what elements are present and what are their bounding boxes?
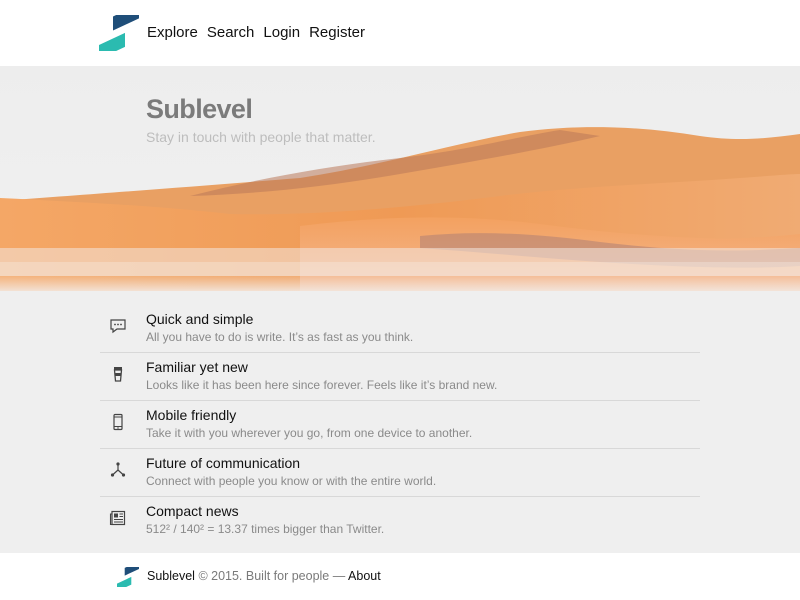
feature-item: Future of communication Connect with peo…	[100, 449, 700, 497]
nav-search[interactable]: Search	[207, 24, 255, 42]
feature-title: Quick and simple	[146, 311, 254, 327]
footer-about-link[interactable]: About	[348, 569, 381, 583]
feature-description: All you have to do is write. It’s as fas…	[146, 330, 414, 344]
feature-description: Take it with you wherever you go, from o…	[146, 426, 473, 440]
features-section: Quick and simple All you have to do is w…	[0, 291, 800, 553]
feature-title: Familiar yet new	[146, 359, 248, 375]
share-icon	[110, 462, 126, 477]
feature-item: Familiar yet new Looks like it has been …	[100, 353, 700, 401]
hero-title: Sublevel	[146, 94, 253, 124]
footer: Sublevel © 2015. Built for people — Abou…	[0, 553, 800, 600]
feature-item: Quick and simple All you have to do is w…	[100, 305, 700, 353]
desert-dunes-image	[0, 66, 800, 291]
feature-list: Quick and simple All you have to do is w…	[100, 305, 700, 545]
feature-item: Compact news 512² / 140² = 13.37 times b…	[100, 497, 700, 545]
footer-logo	[117, 567, 139, 587]
feature-description: 512² / 140² = 13.37 times bigger than Tw…	[146, 522, 385, 536]
footer-copyright: © 2015. Built for people —	[198, 569, 346, 583]
feature-title: Future of communication	[146, 455, 301, 471]
feature-title: Compact news	[146, 503, 239, 519]
sublevel-logo[interactable]	[99, 15, 139, 51]
nav-login[interactable]: Login	[263, 24, 300, 42]
feature-description: Looks like it has been here since foreve…	[146, 378, 498, 392]
hero-subtitle: Stay in touch with people that matter.	[146, 129, 376, 145]
nav-explore[interactable]: Explore	[147, 24, 198, 42]
chat-icon	[110, 319, 126, 334]
feature-title: Mobile friendly	[146, 407, 237, 423]
hero-banner: Sublevel Stay in touch with people that …	[0, 66, 800, 291]
cup-icon	[113, 367, 123, 382]
footer-brand: Sublevel	[147, 569, 195, 583]
footer-text: Sublevel © 2015. Built for people — Abou…	[147, 569, 381, 583]
phone-icon	[113, 413, 123, 431]
nav-register[interactable]: Register	[309, 24, 365, 42]
main-nav: Explore Search Login Register	[147, 24, 365, 42]
newspaper-icon	[109, 510, 126, 526]
feature-description: Connect with people you know or with the…	[146, 474, 437, 488]
header: Explore Search Login Register	[0, 0, 800, 66]
feature-item: Mobile friendly Take it with you whereve…	[100, 401, 700, 449]
